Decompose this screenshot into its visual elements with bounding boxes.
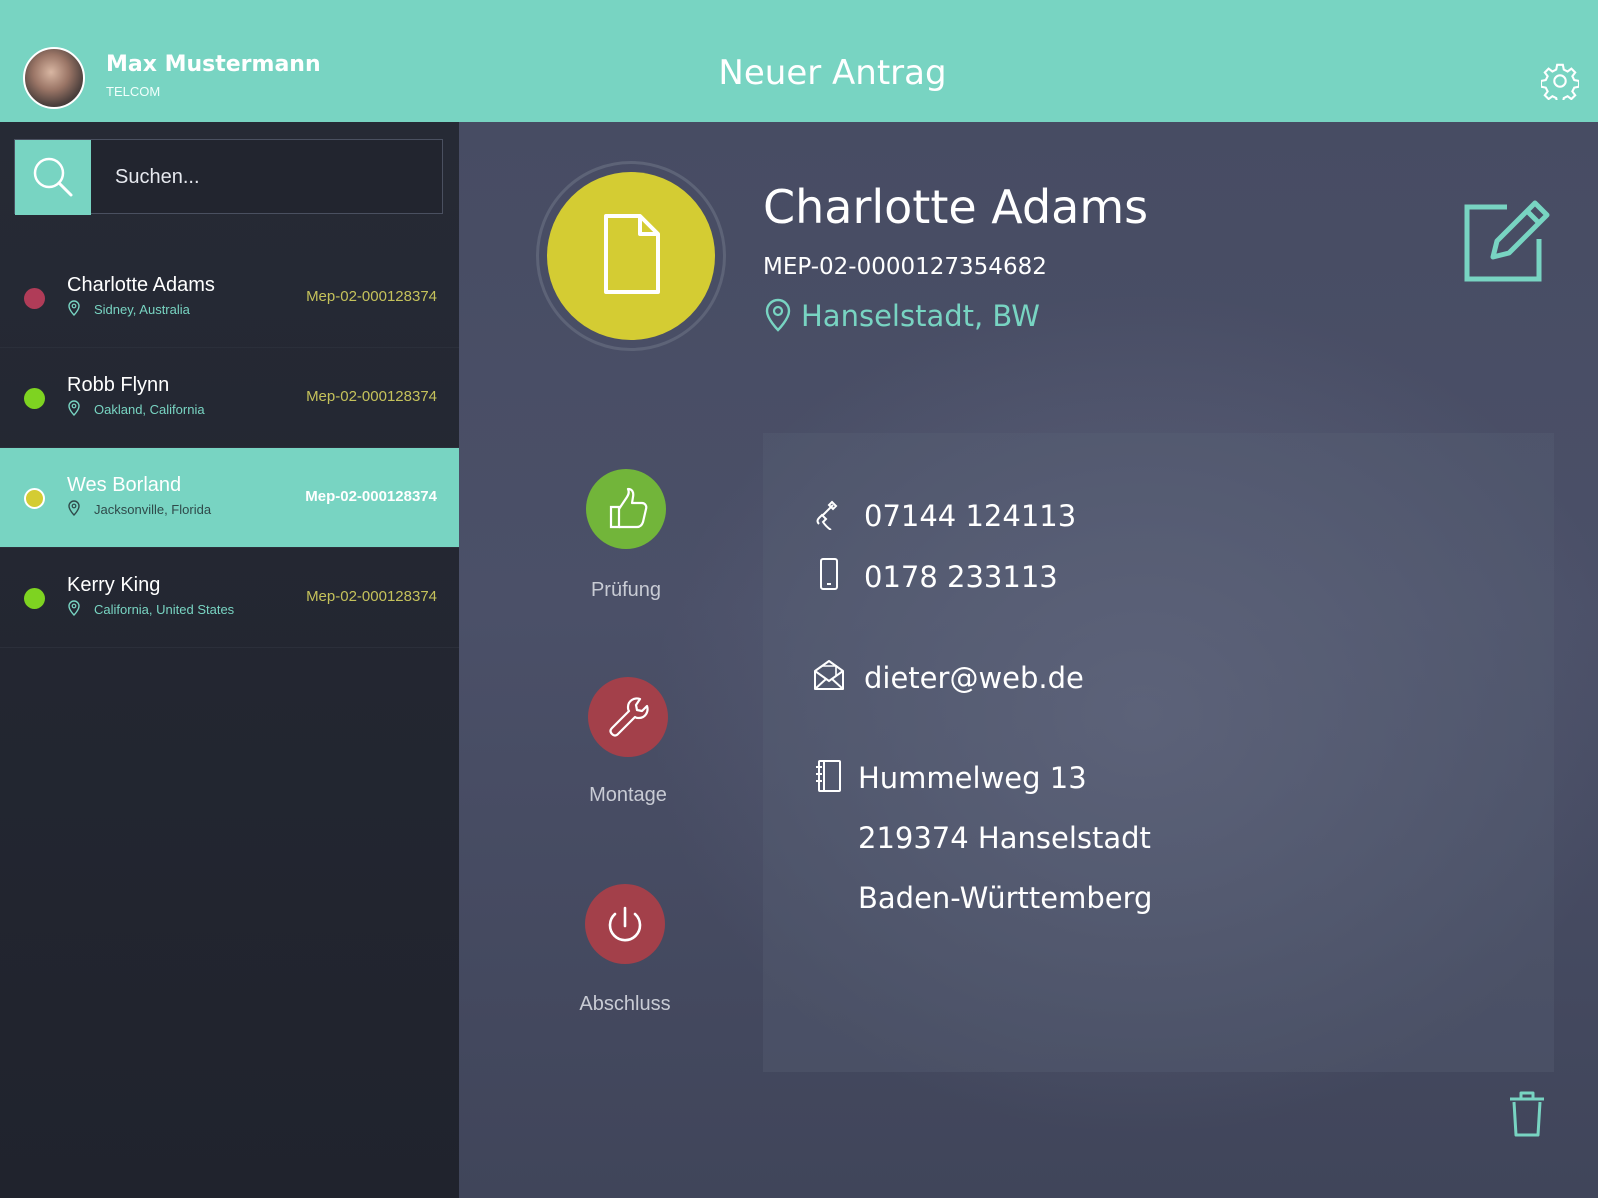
list-item-name: Kerry King xyxy=(67,574,161,596)
mobile-number[interactable]: 0178 233113 xyxy=(864,560,1058,594)
search-input[interactable]: Suchen... xyxy=(115,166,200,189)
montage-button[interactable] xyxy=(588,677,668,757)
sidebar: Suchen... Charlotte Adams Sidney, Austra… xyxy=(0,122,469,1198)
status-dot xyxy=(24,488,45,509)
list-item-location: California, United States xyxy=(94,602,235,617)
page-title: Neuer Antrag xyxy=(718,53,947,93)
montage-label: Montage xyxy=(589,784,667,806)
list-item-name: Charlotte Adams xyxy=(67,274,215,296)
address-city: 219374 Hanselstadt xyxy=(858,821,1151,855)
contact-location: Hanselstadt, BW xyxy=(801,299,1040,333)
contact-name: Charlotte Adams xyxy=(763,180,1149,234)
email-address[interactable]: dieter@web.de xyxy=(864,661,1084,695)
location-pin-icon xyxy=(68,600,80,616)
list-item-id: Mep-02-000128374 xyxy=(306,288,437,305)
edit-icon[interactable] xyxy=(1463,195,1553,283)
location-pin-icon xyxy=(68,300,80,316)
status-dot xyxy=(24,388,45,409)
pruefung-label: Prüfung xyxy=(590,579,662,601)
address-state: Baden-Württemberg xyxy=(858,881,1153,915)
list-item-name: Robb Flynn xyxy=(67,374,170,396)
list-item-id: Mep-02-000128374 xyxy=(306,388,437,405)
trash-icon[interactable] xyxy=(1508,1090,1546,1138)
list-item[interactable]: Kerry King California, United States Mep… xyxy=(0,548,459,648)
location-pin-icon xyxy=(765,298,791,332)
list-item-location: Jacksonville, Florida xyxy=(94,502,212,517)
list-item[interactable]: Charlotte Adams Sidney, Australia Mep-02… xyxy=(0,248,459,348)
phone-icon xyxy=(816,500,838,530)
mobile-phone-icon xyxy=(820,558,838,590)
address-street: Hummelweg 13 xyxy=(858,761,1087,795)
location-pin-icon xyxy=(68,400,80,416)
list-item-id: Mep-02-000128374 xyxy=(305,488,437,505)
power-icon xyxy=(608,906,642,942)
phone-number[interactable]: 07144 124113 xyxy=(864,499,1076,533)
wrench-icon xyxy=(609,697,649,737)
search-button[interactable] xyxy=(15,140,91,215)
search-icon xyxy=(33,157,73,197)
abschluss-label: Abschluss xyxy=(579,993,671,1015)
mail-icon xyxy=(814,660,844,690)
list-item-id: Mep-02-000128374 xyxy=(306,588,437,605)
list-item-name: Wes Borland xyxy=(67,474,182,496)
address-book-icon xyxy=(816,760,841,792)
thumbs-up-icon xyxy=(609,487,648,529)
contact-id: MEP-02-0000127354682 xyxy=(763,254,1047,280)
status-dot xyxy=(24,288,45,309)
location-pin-icon xyxy=(68,500,80,516)
document-icon xyxy=(604,214,660,294)
abschluss-button[interactable] xyxy=(585,884,665,964)
list-item-active[interactable]: Wes Borland Jacksonville, Florida Mep-02… xyxy=(0,448,469,548)
status-dot xyxy=(24,588,45,609)
search-bar[interactable]: Suchen... xyxy=(14,139,443,215)
list-item-location: Sidney, Australia xyxy=(94,302,190,317)
pruefung-button[interactable] xyxy=(586,469,666,549)
header-bar: Max Mustermann TELCOM Neuer Antrag xyxy=(0,0,1598,122)
list-item[interactable]: Robb Flynn Oakland, California Mep-02-00… xyxy=(0,348,459,448)
gear-icon[interactable] xyxy=(1541,62,1579,100)
list-item-location: Oakland, California xyxy=(94,402,205,417)
